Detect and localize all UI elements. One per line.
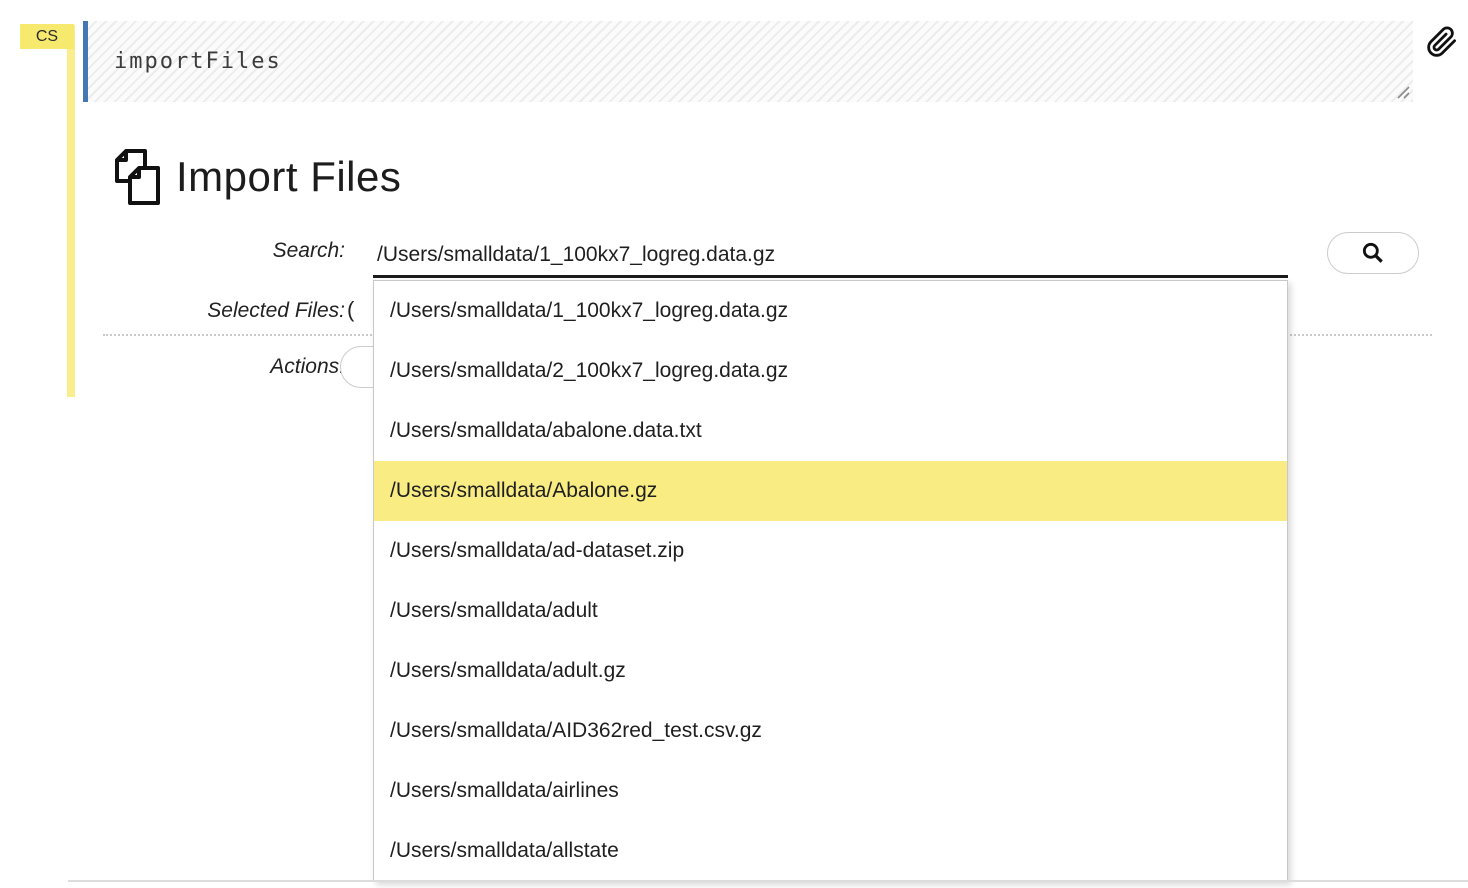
cell-boundary-line [68, 880, 1468, 882]
selected-files-value: ( [347, 297, 354, 323]
dropdown-item[interactable]: /Users/smalldata/1_100kx7_logreg.data.gz [374, 281, 1287, 341]
search-button[interactable] [1327, 232, 1419, 274]
file-typeahead-dropdown: /Users/smalldata/1_100kx7_logreg.data.gz… [373, 280, 1288, 882]
cell-type-badge: CS [20, 24, 74, 49]
dropdown-item[interactable]: /Users/smalldata/allstate [374, 821, 1287, 881]
dropdown-item[interactable]: /Users/smalldata/ad-dataset.zip [374, 521, 1287, 581]
magnifier-icon [1360, 240, 1386, 266]
paperclip-icon[interactable] [1426, 24, 1458, 60]
dropdown-item[interactable]: /Users/smalldata/2_100kx7_logreg.data.gz [374, 341, 1287, 401]
resize-handle-icon[interactable] [1396, 85, 1410, 99]
dropdown-item[interactable]: /Users/smalldata/abalone.data.txt [374, 401, 1287, 461]
code-input[interactable]: importFiles [88, 49, 282, 74]
actions-label: Actions: [103, 355, 345, 379]
copy-files-icon [112, 148, 164, 206]
search-label: Search: [103, 239, 345, 263]
dropdown-item[interactable]: /Users/smalldata/adult [374, 581, 1287, 641]
page-title: Import Files [176, 153, 401, 201]
code-cell[interactable]: importFiles [83, 21, 1413, 102]
dropdown-item-highlighted[interactable]: /Users/smalldata/Abalone.gz [374, 461, 1287, 521]
dropdown-item[interactable]: /Users/smalldata/AID362red_test.csv.gz [374, 701, 1287, 761]
selected-cell-marker [67, 25, 75, 397]
dropdown-item[interactable]: /Users/smalldata/airlines [374, 761, 1287, 821]
dropdown-item[interactable]: /Users/smalldata/adult.gz [374, 641, 1287, 701]
flow-notebook-page: CS importFiles Import Files [0, 0, 1468, 888]
selected-files-label: Selected Files: [103, 299, 345, 323]
search-input[interactable] [373, 236, 1288, 278]
dialog-header: Import Files [112, 148, 401, 206]
